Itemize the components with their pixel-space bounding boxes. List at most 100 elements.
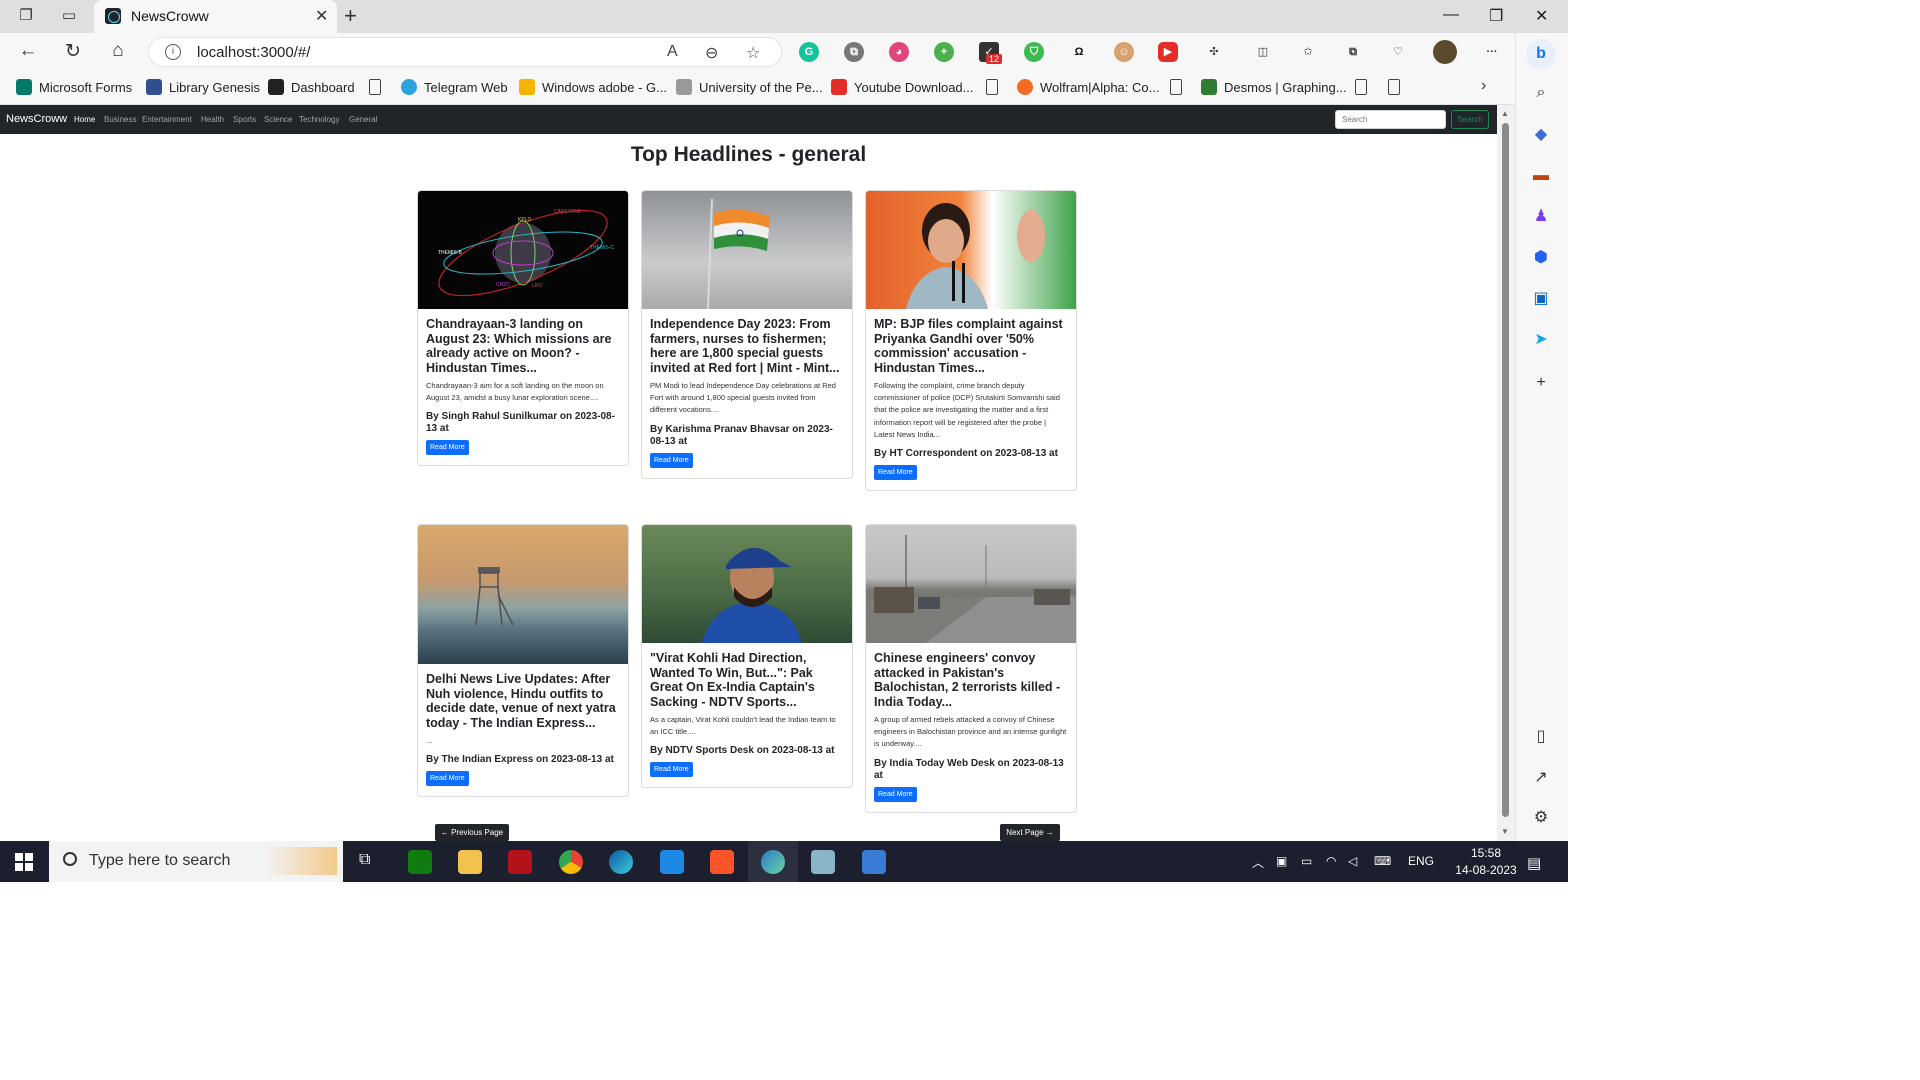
read-more-button[interactable]: Read More	[426, 771, 469, 787]
chevron-right-icon[interactable]: ›	[1481, 77, 1486, 95]
nav-science[interactable]: Science	[264, 115, 292, 124]
shopping-tag-icon[interactable]: ◆	[1531, 125, 1551, 145]
nav-entertainment[interactable]: Entertainment	[142, 115, 192, 124]
extension-color-icon[interactable]: ◕	[889, 42, 909, 62]
task-view-icon[interactable]: ⧉	[359, 851, 370, 869]
shield-icon[interactable]: ⛉	[1024, 42, 1044, 62]
search-button[interactable]: Search	[1451, 110, 1489, 129]
url-text[interactable]: localhost:3000/#/	[197, 44, 310, 61]
read-more-button[interactable]: Read More	[650, 452, 693, 468]
bookmark-page-icon[interactable]	[1355, 79, 1367, 95]
add-sidebar-icon[interactable]: +	[1531, 373, 1551, 393]
settings-more-icon[interactable]: ···	[1482, 42, 1502, 62]
zoom-out-icon[interactable]: ⊖	[705, 43, 718, 63]
bookmark-page-icon[interactable]	[1388, 79, 1400, 95]
next-page-button[interactable]: Next Page →	[1000, 824, 1060, 841]
microsoft-365-icon[interactable]: ⬢	[1531, 248, 1551, 268]
meet-now-icon[interactable]: ▣	[1276, 854, 1287, 868]
new-tab-button[interactable]: +	[344, 3, 357, 29]
bookmark-university[interactable]: University of the Pe...	[676, 79, 823, 97]
extension-avatar-icon[interactable]: ☺	[1114, 42, 1134, 62]
system-clock[interactable]: 15:58 14-08-2023	[1450, 845, 1522, 879]
games-icon[interactable]: ♟	[1531, 207, 1551, 227]
read-more-button[interactable]: Read More	[426, 440, 469, 456]
bookmark-library-genesis[interactable]: Library Genesis	[146, 79, 260, 97]
profile-avatar[interactable]	[1433, 40, 1457, 64]
bookmark-windows-adobe[interactable]: Windows adobe - G...	[519, 79, 667, 97]
page-scrollbar[interactable]: ▲ ▼	[1497, 105, 1515, 841]
split-screen-icon[interactable]: ◫	[1253, 42, 1273, 62]
nav-health[interactable]: Health	[201, 115, 224, 124]
grammarly-icon[interactable]: G	[799, 42, 819, 62]
bookmark-page-icon[interactable]	[1170, 79, 1182, 95]
previous-page-button[interactable]: ← Previous Page	[435, 824, 509, 841]
nav-general[interactable]: General	[349, 115, 377, 124]
bookmark-youtube-download[interactable]: Youtube Download...	[831, 79, 974, 97]
address-bar[interactable]: i localhost:3000/#/ A ⊖ ☆	[148, 37, 782, 67]
chevron-up-icon[interactable]: ︿	[1252, 854, 1264, 871]
chrome-icon[interactable]	[559, 850, 583, 874]
extension-omega-icon[interactable]: Ω	[1069, 42, 1089, 62]
browser-essentials-icon[interactable]: ♡	[1388, 42, 1408, 62]
wifi-icon[interactable]: ◠	[1326, 854, 1336, 868]
nav-home[interactable]: Home	[74, 115, 95, 124]
scroll-down-icon[interactable]: ▼	[1501, 827, 1509, 836]
extensions-puzzle-icon[interactable]: ✣	[1204, 42, 1224, 62]
brave-icon[interactable]	[710, 850, 734, 874]
extension-copy-icon[interactable]: ⧉	[844, 42, 864, 62]
bookmark-page-icon[interactable]	[986, 79, 998, 95]
send-icon[interactable]: ➤	[1531, 330, 1551, 350]
browser-tab-active[interactable]: NewsCroww ✕	[94, 0, 337, 33]
taskbar-search-box[interactable]: Type here to search	[49, 841, 343, 882]
bookmark-page-icon[interactable]	[369, 79, 381, 95]
collections-icon[interactable]: ⧉	[1343, 42, 1363, 62]
file-explorer-icon[interactable]	[458, 850, 482, 874]
sidebar-panel-icon[interactable]: ▯	[1531, 727, 1551, 747]
windows-start-icon[interactable]	[15, 853, 33, 871]
close-window-button[interactable]: ✕	[1535, 6, 1548, 26]
xbox-icon[interactable]	[408, 850, 432, 874]
read-aloud-icon[interactable]: A	[667, 43, 678, 61]
external-link-icon[interactable]: ↗	[1531, 768, 1551, 788]
bookmark-wolfram[interactable]: Wolfram|Alpha: Co...	[1017, 79, 1159, 97]
bookmark-desmos[interactable]: Desmos | Graphing...	[1201, 79, 1347, 97]
site-brand[interactable]: NewsCroww	[6, 113, 67, 125]
bookmark-microsoft-forms[interactable]: Microsoft Forms	[16, 79, 132, 97]
edge-icon[interactable]	[609, 850, 633, 874]
close-tab-icon[interactable]: ✕	[315, 6, 328, 26]
minimize-button[interactable]: —	[1443, 6, 1459, 24]
volume-icon[interactable]: ◁	[1348, 854, 1357, 868]
back-button[interactable]: ←	[16, 40, 40, 62]
favorite-star-icon[interactable]: ☆	[746, 43, 760, 63]
site-info-icon[interactable]: i	[165, 44, 181, 60]
notepad-icon[interactable]	[811, 850, 835, 874]
nav-technology[interactable]: Technology	[299, 115, 339, 124]
scroll-up-icon[interactable]: ▲	[1501, 109, 1509, 118]
home-button[interactable]: ⌂	[106, 40, 130, 62]
outlook-icon[interactable]: ▣	[1531, 289, 1551, 309]
search-icon[interactable]: ⌕	[1531, 83, 1551, 103]
bookmark-dashboard[interactable]: Dashboard	[268, 79, 355, 97]
notifications-icon[interactable]: ▤	[1527, 854, 1541, 872]
tools-briefcase-icon[interactable]: ▬	[1531, 166, 1551, 186]
scroll-thumb[interactable]	[1502, 123, 1509, 817]
tab-actions-icon[interactable]: ▭	[59, 7, 79, 25]
search-input[interactable]	[1335, 110, 1446, 129]
vscode-icon[interactable]	[660, 850, 684, 874]
nav-sports[interactable]: Sports	[233, 115, 256, 124]
read-more-button[interactable]: Read More	[874, 786, 917, 802]
app-icon-red[interactable]	[508, 850, 532, 874]
restore-button[interactable]: ❐	[1489, 6, 1503, 26]
sidebar-settings-icon[interactable]: ⚙	[1531, 808, 1551, 828]
language-indicator[interactable]: ENG	[1408, 854, 1434, 868]
extension-plus-icon[interactable]: +	[934, 42, 954, 62]
battery-icon[interactable]: ▭	[1301, 854, 1312, 868]
favorites-icon[interactable]: ✩	[1298, 42, 1318, 62]
refresh-button[interactable]: ↻	[61, 40, 85, 63]
keyboard-icon[interactable]: ⌨	[1374, 854, 1391, 868]
bing-chat-icon[interactable]: b	[1526, 39, 1556, 69]
workspaces-icon[interactable]: ❐	[16, 7, 36, 25]
nav-business[interactable]: Business	[104, 115, 136, 124]
youtube-extension-icon[interactable]: ▶	[1158, 42, 1178, 62]
bookmark-telegram[interactable]: Telegram Web	[401, 79, 508, 97]
